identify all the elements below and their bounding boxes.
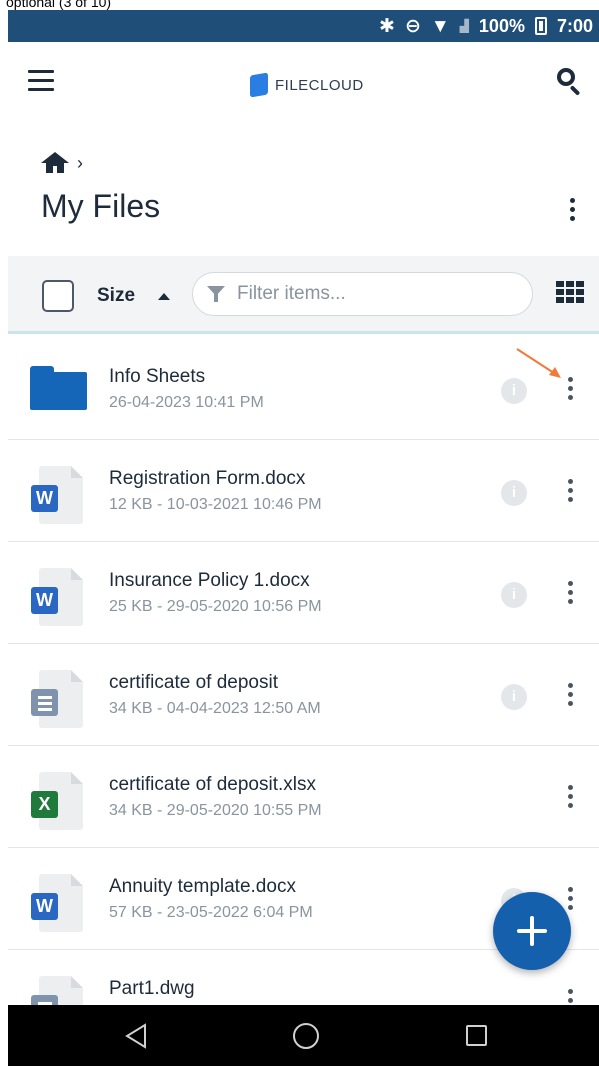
info-icon[interactable]: i: [501, 684, 527, 710]
clock: 7:00: [556, 15, 593, 36]
logo-text: FILECLOUD: [275, 76, 364, 94]
more-options-icon[interactable]: [561, 679, 579, 709]
folder-icon: [30, 366, 87, 410]
annotation-arrow-icon: [516, 348, 561, 378]
file-name: certificate of deposit: [109, 672, 278, 693]
add-button[interactable]: [493, 892, 571, 970]
wifi-icon: ▼: [430, 15, 450, 37]
text-file-icon: [31, 670, 83, 728]
file-meta: 57 KB - 23-05-2022 6:04 PM: [109, 904, 313, 921]
system-nav-bar: [8, 1005, 599, 1066]
folder-more-options-icon[interactable]: [562, 196, 582, 222]
filecloud-logo: FILECLOUD: [250, 72, 364, 98]
filter-input[interactable]: [237, 283, 507, 305]
battery-percent: 100%: [478, 15, 525, 36]
menu-icon[interactable]: [28, 70, 54, 92]
back-icon[interactable]: [123, 1023, 149, 1049]
search-icon[interactable]: [555, 66, 585, 96]
sort-by-button[interactable]: Size: [97, 285, 135, 307]
file-name: certificate of deposit.xlsx: [109, 774, 316, 795]
info-icon[interactable]: i: [501, 480, 527, 506]
home-button-icon[interactable]: [293, 1023, 319, 1049]
do-not-disturb-icon: ⊖: [404, 15, 421, 37]
file-meta: 26-04-2023 10:41 PM: [109, 394, 264, 411]
list-item[interactable]: W Insurance Policy 1.docx 25 KB - 29-05-…: [8, 542, 599, 644]
battery-icon: [534, 17, 547, 35]
filter-icon: [207, 285, 225, 303]
file-meta: 34 KB - 04-04-2023 12:50 AM: [109, 700, 321, 717]
file-meta: 34 KB - 29-05-2020 10:55 PM: [109, 802, 322, 819]
more-options-icon[interactable]: [561, 985, 579, 1005]
file-name: Annuity template.docx: [109, 876, 296, 897]
info-icon[interactable]: i: [501, 582, 527, 608]
text-file-icon: [31, 976, 83, 1005]
filter-field[interactable]: [192, 272, 533, 316]
breadcrumb: ›: [41, 152, 83, 174]
app-bar: FILECLOUD: [8, 42, 599, 132]
bluetooth-icon: ✱: [379, 15, 395, 37]
file-meta: 12 KB - 10-03-2021 10:46 PM: [109, 496, 322, 513]
recents-icon[interactable]: [466, 1025, 487, 1046]
list-item[interactable]: certificate of deposit 34 KB - 04-04-202…: [8, 644, 599, 746]
status-bar: ✱ ⊖ ▼ ▟ 100% 7:00: [8, 10, 599, 42]
file-name: Registration Form.docx: [109, 468, 306, 489]
list-toolbar: Size: [8, 256, 599, 334]
file-name: Part1.dwg: [109, 978, 195, 999]
file-name: Insurance Policy 1.docx: [109, 570, 310, 591]
sort-ascending-icon[interactable]: [158, 293, 170, 300]
info-icon[interactable]: i: [501, 378, 527, 404]
filecloud-logo-icon: [250, 72, 268, 98]
excel-file-icon: X: [31, 772, 83, 830]
word-file-icon: W: [31, 874, 83, 932]
more-options-icon[interactable]: [561, 781, 579, 811]
word-file-icon: W: [31, 568, 83, 626]
more-options-icon[interactable]: [561, 577, 579, 607]
file-meta: 25 KB - 29-05-2020 10:56 PM: [109, 598, 322, 615]
word-file-icon: W: [31, 466, 83, 524]
list-item[interactable]: Info Sheets 26-04-2023 10:41 PM i: [8, 338, 599, 440]
more-options-icon[interactable]: [561, 475, 579, 505]
file-name: Info Sheets: [109, 366, 206, 387]
select-all-checkbox[interactable]: [42, 280, 74, 312]
signal-icon: ▟: [459, 19, 469, 33]
list-item[interactable]: W Registration Form.docx 12 KB - 10-03-2…: [8, 440, 599, 542]
cropped-header-text: optional (3 of 10): [0, 0, 599, 10]
home-icon[interactable]: [41, 152, 69, 174]
grid-view-icon[interactable]: [556, 281, 584, 305]
list-item[interactable]: X certificate of deposit.xlsx 34 KB - 29…: [8, 746, 599, 848]
chevron-right-icon: ›: [77, 152, 83, 173]
page-title: My Files: [41, 188, 161, 224]
